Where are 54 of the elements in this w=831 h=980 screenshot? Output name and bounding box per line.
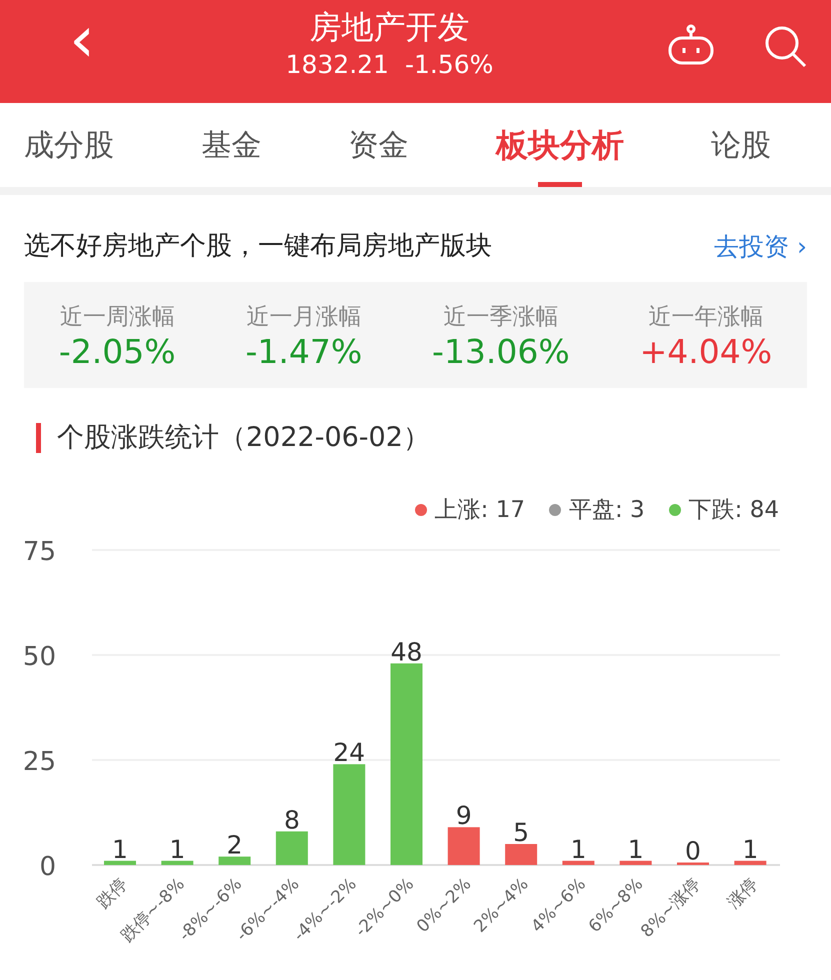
x-axis-label: 跌停 bbox=[93, 874, 132, 913]
legend-label: 平盘: 3 bbox=[568, 496, 645, 524]
bar-value-label: 0 bbox=[685, 836, 701, 866]
back-button[interactable]: ‹ bbox=[52, 8, 112, 72]
section-title: 个股涨跌统计（2022-06-02） bbox=[57, 421, 430, 455]
bar bbox=[734, 860, 766, 865]
index-change: -1.56% bbox=[404, 49, 494, 82]
invest-link[interactable]: 去投资 › bbox=[714, 228, 807, 266]
bar bbox=[161, 860, 194, 865]
bar bbox=[218, 856, 251, 865]
bar-value-label: 5 bbox=[513, 818, 530, 847]
tab[interactable]: 论股 bbox=[711, 103, 771, 187]
bar bbox=[620, 860, 652, 865]
bar-value-label: 24 bbox=[333, 738, 366, 768]
search-icon[interactable] bbox=[763, 24, 807, 68]
legend-label: 下跌: 84 bbox=[688, 496, 779, 524]
stat-label: 近一季涨幅 bbox=[443, 302, 558, 332]
tab[interactable]: 成分股 bbox=[24, 103, 114, 187]
bar-value-label: 8 bbox=[284, 805, 300, 834]
y-tick-label: 50 bbox=[22, 642, 56, 672]
stat-value: -13.06% bbox=[432, 334, 570, 370]
index-price: 1832.21 bbox=[286, 49, 389, 82]
x-axis-label: 涨停 bbox=[724, 874, 762, 913]
promo-text: 选不好房地产个股，一键布局房地产版块 bbox=[24, 230, 492, 263]
bar-value-label: 2 bbox=[226, 830, 243, 860]
bar-value-label: 1 bbox=[570, 834, 586, 864]
tab[interactable]: 板块分析 bbox=[496, 103, 624, 187]
page-title: 房地产开发 bbox=[310, 8, 470, 46]
section-marker bbox=[36, 423, 41, 454]
legend-label: 上涨: 17 bbox=[434, 496, 525, 524]
stat-value: +4.04% bbox=[640, 334, 772, 370]
bar-value-label: 1 bbox=[628, 834, 644, 864]
stat-value: -2.05% bbox=[58, 334, 176, 370]
tab[interactable]: 基金 bbox=[201, 103, 262, 187]
y-tick-label: 75 bbox=[22, 537, 56, 567]
tab[interactable]: 资金 bbox=[348, 103, 408, 187]
stat-value: -1.47% bbox=[245, 334, 362, 370]
bar-value-label: 1 bbox=[112, 834, 128, 864]
bar-value-label: 48 bbox=[390, 637, 422, 666]
y-tick-label: 25 bbox=[22, 747, 56, 777]
stat-label: 近一月涨幅 bbox=[246, 302, 362, 332]
stat-label: 近一周涨幅 bbox=[60, 302, 175, 332]
bar bbox=[448, 827, 480, 865]
bar bbox=[104, 860, 136, 865]
stat-label: 近一年涨幅 bbox=[648, 302, 764, 332]
bar bbox=[276, 831, 308, 865]
bar-value-label: 1 bbox=[169, 834, 186, 864]
y-tick-label: 0 bbox=[39, 852, 56, 882]
bar bbox=[677, 862, 709, 865]
bar bbox=[562, 860, 594, 865]
bar-value-label: 9 bbox=[456, 801, 472, 830]
robot-icon[interactable] bbox=[667, 24, 715, 66]
bar bbox=[505, 844, 538, 865]
bar-value-label: 1 bbox=[742, 834, 758, 864]
